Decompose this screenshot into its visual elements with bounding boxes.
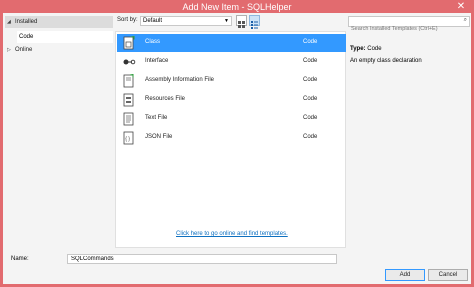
collapsed-arrow-icon: ▷ <box>7 47 11 53</box>
sort-bar: Sort by: Default ▼ <box>115 15 345 29</box>
chevron-down-icon: ▼ <box>224 18 229 24</box>
svg-text:{ }: { } <box>125 137 130 143</box>
add-button[interactable]: Add <box>385 269 425 281</box>
interface-icon <box>122 55 136 69</box>
assembly-info-file-icon <box>122 73 136 88</box>
bottom-bar: Name: Add Cancel <box>3 250 471 284</box>
search-box[interactable]: ⌕ <box>348 16 470 34</box>
tree-item-code[interactable]: Code <box>17 31 113 43</box>
list-item[interactable]: { } JSON File Code <box>117 129 346 147</box>
text-file-icon <box>122 112 136 126</box>
add-new-item-dialog: Add New Item - SQLHelper ✕ ◢ Installed C… <box>0 0 474 287</box>
list-item[interactable]: Class Code <box>117 34 346 52</box>
json-file-icon: { } <box>122 131 136 145</box>
tree-item-installed[interactable]: ◢ Installed <box>5 16 113 28</box>
name-field[interactable] <box>67 254 337 264</box>
sort-by-value: Default <box>143 18 163 24</box>
expanded-arrow-icon: ◢ <box>7 19 11 25</box>
medium-icons-view-button[interactable] <box>236 15 247 28</box>
list-item[interactable]: Text File Code <box>117 110 346 128</box>
list-view-button[interactable] <box>249 15 260 29</box>
details-pane: Type: Code An empty class declaration <box>348 31 470 248</box>
sort-by-dropdown[interactable]: Default ▼ <box>140 16 232 26</box>
window-title: Add New Item - SQLHelper <box>182 2 292 12</box>
tree-item-online[interactable]: ▷ Online <box>5 44 113 56</box>
name-label: Name: <box>11 256 29 262</box>
type-value: Code <box>367 46 382 52</box>
list-item[interactable]: Resources File Code <box>117 91 346 109</box>
dialog-body: ◢ Installed Code ▷ Online Sort by: Defau… <box>3 13 471 284</box>
list-item[interactable]: Assembly Information File Code <box>117 72 346 90</box>
template-tree: ◢ Installed Code ▷ Online <box>5 13 113 248</box>
type-label: Type: <box>350 46 366 52</box>
sort-by-label: Sort by: <box>117 17 138 23</box>
close-button[interactable]: ✕ <box>452 1 470 13</box>
template-list: Class Code Interface Code Assembly Infor… <box>115 31 346 248</box>
cancel-button[interactable]: Cancel <box>428 269 468 281</box>
type-info: Type: Code <box>350 46 382 52</box>
item-description: An empty class declaration <box>350 58 422 64</box>
list-item[interactable]: Interface Code <box>117 53 346 71</box>
class-file-icon <box>122 35 136 50</box>
resources-file-icon <box>122 93 136 107</box>
online-templates-link[interactable]: Click here to go online and find templat… <box>176 231 288 237</box>
search-icon[interactable]: ⌕ <box>464 17 467 24</box>
